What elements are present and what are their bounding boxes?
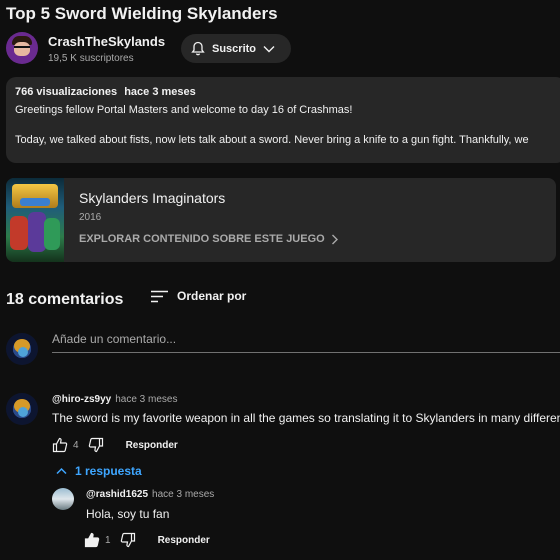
explore-game-link[interactable]: EXPLORAR CONTENIDO SOBRE ESTE JUEGO bbox=[79, 233, 338, 245]
sort-comments-button[interactable]: Ordenar por bbox=[151, 289, 246, 303]
reply-text: Hola, soy tu fan bbox=[86, 507, 170, 521]
add-comment-input[interactable]: Añade un comentario... bbox=[52, 332, 560, 353]
thumbs-up-icon[interactable] bbox=[52, 437, 68, 453]
reply-actions: 1 Responder bbox=[84, 532, 210, 548]
description-box[interactable]: 766 visualizaciones hace 3 meses Greetin… bbox=[6, 77, 560, 163]
description-line-2: Today, we talked about fists, now lets t… bbox=[15, 134, 529, 146]
bell-icon bbox=[191, 41, 205, 56]
reply-like-count: 1 bbox=[105, 534, 111, 546]
reply-time[interactable]: hace 3 meses bbox=[152, 489, 214, 500]
replies-toggle[interactable]: 1 respuesta bbox=[56, 464, 142, 478]
view-count: 766 visualizaciones bbox=[15, 86, 118, 98]
comment-header: @hiro-zs9yy hace 3 meses bbox=[52, 394, 177, 405]
channel-name[interactable]: CrashTheSkylands bbox=[48, 34, 165, 49]
current-user-avatar bbox=[6, 333, 38, 365]
subscribe-label: Suscrito bbox=[212, 42, 257, 55]
video-title: Top 5 Sword Wielding Skylanders bbox=[6, 4, 278, 23]
sort-label: Ordenar por bbox=[177, 289, 247, 303]
thumbs-down-icon[interactable] bbox=[120, 532, 136, 548]
reply-avatar[interactable] bbox=[52, 488, 74, 510]
comment-avatar[interactable] bbox=[6, 393, 38, 425]
chevron-right-icon bbox=[331, 234, 338, 245]
comment-time[interactable]: hace 3 meses bbox=[115, 394, 177, 405]
game-title[interactable]: Skylanders Imaginators bbox=[79, 190, 225, 206]
reply-reply-button[interactable]: Responder bbox=[158, 535, 210, 546]
subscriber-count: 19,5 K suscriptores bbox=[48, 53, 134, 64]
thumbs-down-icon[interactable] bbox=[88, 437, 104, 453]
explore-label: EXPLORAR CONTENIDO SOBRE ESTE JUEGO bbox=[79, 233, 325, 245]
like-count: 4 bbox=[73, 439, 79, 451]
thumbs-up-icon[interactable] bbox=[84, 532, 100, 548]
comments-count: 18 comentarios bbox=[6, 291, 124, 308]
reply-author[interactable]: @rashid1625 bbox=[86, 489, 148, 500]
description-line-1: Greetings fellow Portal Masters and welc… bbox=[15, 104, 353, 116]
comment-actions: 4 Responder bbox=[52, 437, 178, 453]
chevron-up-icon bbox=[56, 467, 67, 475]
reply-button[interactable]: Responder bbox=[126, 440, 178, 451]
channel-avatar[interactable] bbox=[6, 32, 38, 64]
comment-text: The sword is my favorite weapon in all t… bbox=[52, 411, 560, 425]
game-cover-image[interactable] bbox=[6, 178, 64, 262]
publish-date: hace 3 meses bbox=[124, 86, 196, 98]
sort-lines-icon bbox=[151, 290, 168, 303]
comment-author[interactable]: @hiro-zs9yy bbox=[52, 394, 111, 405]
subscribe-button[interactable]: Suscrito bbox=[181, 34, 291, 63]
chevron-down-icon bbox=[263, 45, 275, 53]
game-year: 2016 bbox=[79, 212, 102, 223]
replies-label: 1 respuesta bbox=[75, 464, 142, 478]
reply-header: @rashid1625 hace 3 meses bbox=[86, 489, 214, 500]
